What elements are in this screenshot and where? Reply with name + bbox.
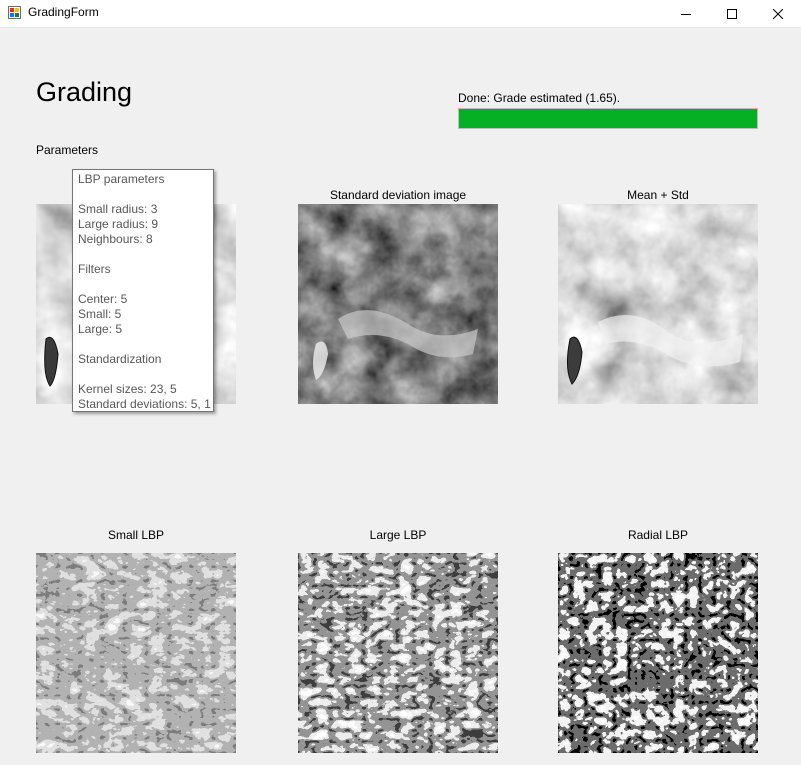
parameters-label[interactable]: Parameters: [36, 143, 98, 157]
parameters-tooltip: LBP parameters Small radius: 3 Large rad…: [72, 169, 214, 412]
tooltip-line: Neighbours: 8: [78, 232, 153, 246]
window-title: GradingForm: [28, 5, 99, 19]
tooltip-line: Standard deviations: 5, 1: [78, 397, 211, 411]
tooltip-line: [78, 187, 208, 202]
small-lbp-caption: Small LBP: [107, 528, 165, 542]
maximize-button[interactable]: [709, 0, 755, 27]
tooltip-line: Filters: [78, 262, 111, 276]
tooltip-line: Kernel sizes: 23, 5: [78, 382, 177, 396]
radial-lbp-caption: Radial LBP: [627, 528, 689, 542]
tooltip-line: Standardization: [78, 352, 162, 366]
tooltip-line: Small radius: 3: [78, 202, 158, 216]
status-label: Done: Grade estimated (1.65).: [458, 91, 621, 105]
tooltip-line: [78, 247, 208, 262]
maximize-icon: [727, 8, 737, 19]
page-title: Grading: [36, 77, 133, 107]
large-lbp-caption: Large LBP: [369, 528, 427, 542]
minimize-button[interactable]: [663, 0, 709, 27]
large-lbp-image: [298, 553, 498, 753]
app-window-icon: [8, 6, 21, 19]
radial-lbp-image: [558, 553, 758, 753]
title-bar: GradingForm: [0, 0, 801, 28]
tooltip-line: Large: 5: [78, 322, 123, 336]
close-button[interactable]: [755, 0, 801, 27]
tooltip-line: Large radius: 9: [78, 217, 159, 231]
minimize-icon: [681, 13, 691, 15]
tooltip-line: [78, 337, 208, 352]
tooltip-line: LBP parameters: [78, 172, 165, 186]
tooltip-line: Small: 5: [78, 307, 122, 321]
tooltip-line: [78, 277, 208, 292]
progress-bar: [458, 108, 758, 129]
mean-std-image-caption: Mean + Std: [627, 188, 689, 202]
tooltip-line: Center: 5: [78, 292, 128, 306]
close-icon: [773, 8, 783, 19]
mean-std-image: [558, 204, 758, 404]
tooltip-line: [78, 367, 208, 382]
std-image: [298, 204, 498, 404]
std-image-caption: Standard deviation image: [329, 188, 467, 202]
progress-bar-fill: [459, 109, 757, 128]
small-lbp-image: [36, 553, 236, 753]
